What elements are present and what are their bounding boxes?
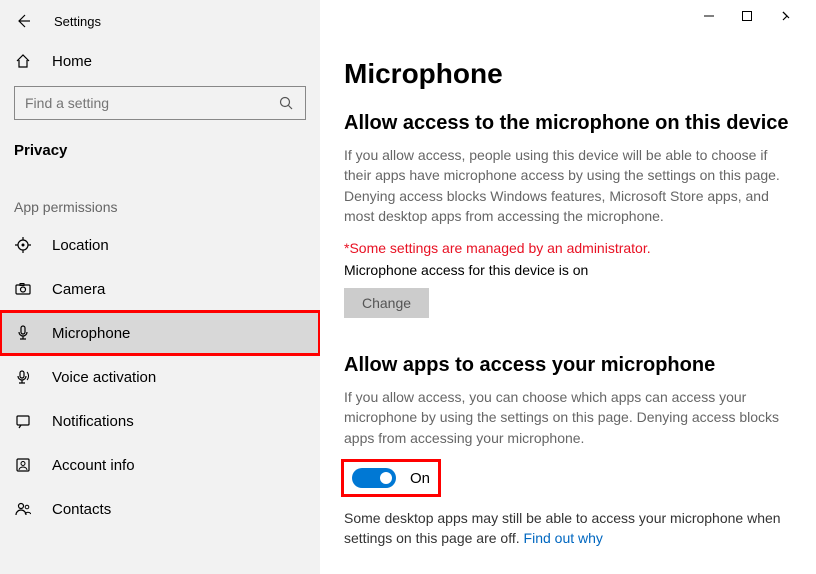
notifications-icon (14, 412, 32, 430)
account-icon (14, 456, 32, 474)
home-icon (14, 52, 32, 70)
camera-icon (14, 280, 32, 298)
page-title: Microphone (344, 58, 806, 90)
content-area: Microphone Allow access to the microphon… (320, 0, 816, 574)
sidebar-item-notifications[interactable]: Notifications (0, 399, 320, 443)
change-button[interactable]: Change (344, 288, 429, 318)
device-access-status: Microphone access for this device is on (344, 262, 806, 278)
sidebar-item-account-info[interactable]: Account info (0, 443, 320, 487)
location-icon (14, 236, 32, 254)
sidebar-item-label: Voice activation (52, 369, 156, 386)
sidebar-item-label: Account info (52, 457, 135, 474)
find-out-why-link[interactable]: Find out why (524, 530, 603, 546)
sidebar-item-voice-activation[interactable]: Voice activation (0, 355, 320, 399)
sidebar-item-contacts[interactable]: Contacts (0, 487, 320, 531)
sidebar-item-label: Notifications (52, 413, 134, 430)
sidebar-item-label: Location (52, 237, 109, 254)
sidebar-item-camera[interactable]: Camera (0, 267, 320, 311)
admin-note: *Some settings are managed by an adminis… (344, 240, 806, 256)
sidebar-item-home[interactable]: Home (0, 42, 320, 80)
contacts-icon (14, 500, 32, 518)
home-label: Home (52, 53, 92, 70)
section-apps-access-desc: If you allow access, you can choose whic… (344, 387, 784, 448)
section-device-access-title: Allow access to the microphone on this d… (344, 112, 806, 135)
back-icon[interactable] (14, 12, 32, 30)
footnote: Some desktop apps may still be able to a… (344, 508, 784, 549)
window-title: Settings (54, 14, 101, 29)
section-apps-access-title: Allow apps to access your microphone (344, 354, 806, 377)
apps-access-toggle-row: On (344, 462, 438, 494)
search-input[interactable] (14, 86, 306, 120)
search-icon (277, 94, 295, 112)
voice-icon (14, 368, 32, 386)
sidebar-item-label: Contacts (52, 501, 111, 518)
apps-access-toggle[interactable] (352, 468, 396, 488)
section-device-access-desc: If you allow access, people using this d… (344, 145, 784, 226)
close-button[interactable] (778, 9, 792, 23)
sidebar-item-label: Camera (52, 281, 105, 298)
sidebar-item-label: Microphone (52, 325, 130, 342)
microphone-icon (14, 324, 32, 342)
sidebar: Settings Home Privacy App permissions Lo… (0, 0, 320, 574)
search-field[interactable] (25, 95, 277, 111)
sidebar-item-location[interactable]: Location (0, 223, 320, 267)
minimize-button[interactable] (702, 9, 716, 23)
category-label: Privacy (0, 134, 320, 179)
sidebar-item-microphone[interactable]: Microphone (0, 311, 320, 355)
section-label: App permissions (0, 179, 320, 223)
toggle-state-label: On (410, 470, 430, 487)
maximize-button[interactable] (740, 9, 754, 23)
